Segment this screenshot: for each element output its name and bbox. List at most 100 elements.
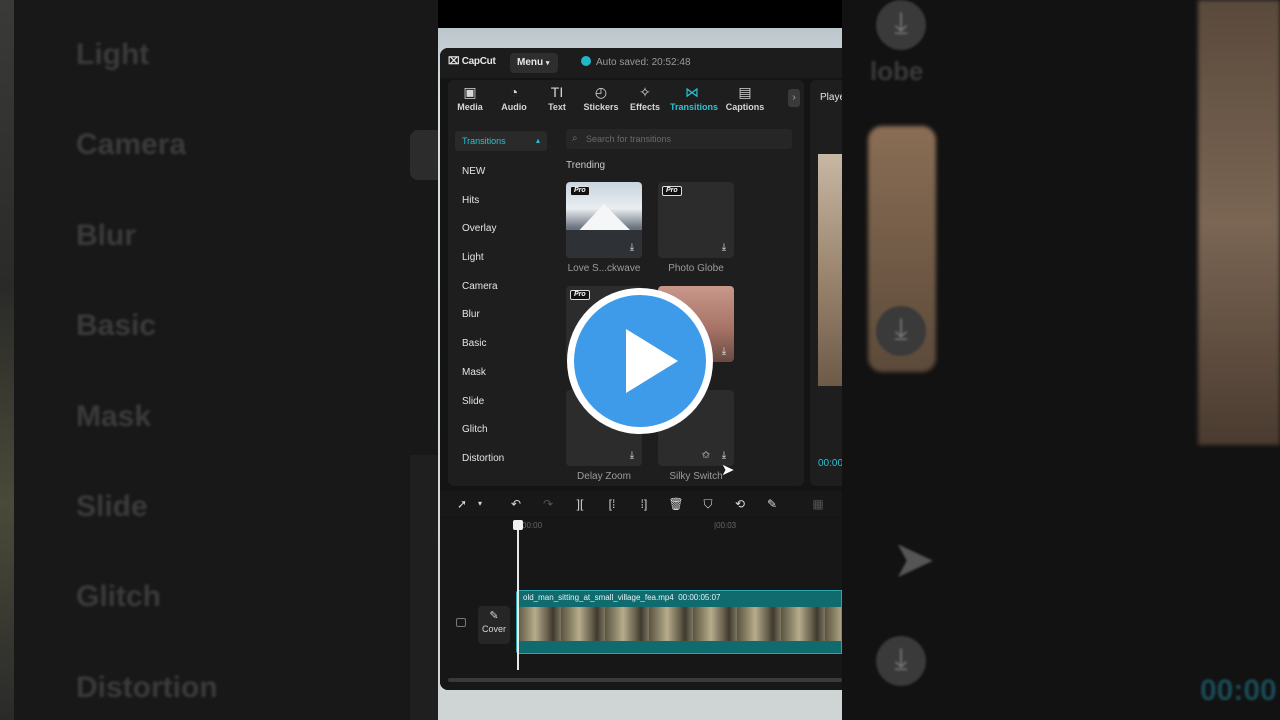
pro-badge: Pro — [662, 186, 682, 196]
category-item[interactable]: Distortion — [462, 453, 504, 482]
video-frame: Light Camera Blur Basic Mask Slide Glitc… — [0, 0, 1280, 720]
media-icon: ▣ — [463, 84, 477, 100]
play-button-circle — [574, 295, 706, 427]
tab-transitions[interactable]: ⋈ Transitions — [670, 84, 718, 112]
cloud-check-icon — [581, 56, 591, 66]
clip-info: old_man_sitting_at_small_village_fea.mp4… — [523, 593, 721, 602]
play-icon — [626, 329, 678, 393]
card-label: Love S...ckwave — [567, 263, 641, 274]
auto-reframe-icon[interactable]: ✎ — [764, 496, 780, 512]
backdrop-category: Glitch — [76, 580, 162, 614]
split-icon[interactable]: ][ — [572, 496, 588, 512]
layout-icon[interactable]: ▦ — [810, 496, 826, 512]
backdrop-panel — [410, 130, 438, 180]
crop-icon[interactable]: ⟲ — [732, 496, 748, 512]
backdrop-timecode: 00:00 — [1200, 674, 1277, 707]
backdrop-category: Distortion — [76, 670, 218, 704]
select-tool-icon[interactable]: ➚ — [454, 496, 470, 512]
category-item[interactable]: Overlay — [462, 223, 504, 252]
download-icon[interactable]: ⤓ — [718, 346, 730, 358]
text-icon: TI — [550, 84, 564, 100]
track-icon — [456, 618, 466, 627]
timeline-scrollbar[interactable] — [448, 678, 842, 682]
download-icon[interactable]: ⤓ — [718, 242, 730, 254]
stickers-icon: ◴ — [594, 84, 608, 100]
delete-icon[interactable]: 🗑 — [668, 496, 684, 512]
split-right-icon[interactable]: ⁞] — [636, 496, 652, 512]
backdrop-card-label: lobe — [870, 56, 924, 86]
cover-button[interactable]: ✎ Cover — [478, 606, 510, 644]
timeline: 00:00 |00:03 ✎ Cover old_man_sitting_at_… — [440, 518, 842, 690]
transitions-icon: ⋈ — [685, 84, 699, 100]
player-preview[interactable] — [818, 154, 842, 386]
backdrop-panel — [410, 455, 438, 720]
download-icon: ⤓ — [876, 636, 926, 686]
category-item[interactable]: NEW — [462, 166, 504, 195]
split-left-icon[interactable]: [⁞ — [604, 496, 620, 512]
category-item[interactable]: Camera — [462, 281, 504, 310]
player-title: Playe — [820, 92, 842, 103]
menu-button[interactable]: Menu ▾ — [510, 53, 558, 73]
tab-captions[interactable]: ▤ Captions — [723, 84, 767, 112]
backdrop-category: Blur — [76, 218, 136, 252]
category-item[interactable]: Slide — [462, 396, 504, 425]
undo-icon[interactable]: ↶ — [508, 496, 524, 512]
category-item[interactable]: Mask — [462, 367, 504, 396]
chevron-down-icon: ▴ — [535, 136, 540, 145]
mouse-cursor-icon: ➤ — [721, 462, 735, 479]
category-item[interactable]: Hits — [462, 195, 504, 224]
category-dropdown[interactable]: Transitions ▴ — [455, 131, 547, 151]
audio-icon: ◔ — [509, 84, 519, 100]
player-panel: Playe 00:00 — [810, 80, 842, 486]
app-logo: ⌧ CapCut — [448, 56, 496, 67]
marker-icon[interactable]: ⛉ — [700, 496, 716, 512]
redo-icon[interactable]: ↷ — [540, 496, 556, 512]
download-icon: ⤓ — [876, 0, 926, 50]
playhead-handle[interactable] — [513, 520, 523, 530]
time-ruler: 00:00 |00:03 — [440, 518, 842, 534]
chevron-down-icon[interactable]: ▾ — [472, 496, 488, 512]
effects-icon: ✧ — [639, 84, 651, 100]
category-item[interactable]: Light — [462, 252, 504, 281]
video-play-button[interactable] — [567, 288, 713, 434]
chevron-down-icon: ▾ — [545, 60, 550, 67]
backdrop-category: Light — [76, 38, 150, 71]
card-label: Photo Globe — [668, 263, 724, 274]
category-item[interactable]: Glitch — [462, 424, 504, 453]
download-icon[interactable]: ⤓ — [626, 450, 638, 462]
category-list: NEW Hits Overlay Light Camera Blur Basic… — [462, 166, 504, 482]
transition-card[interactable]: Pro ⤓ — [658, 182, 734, 258]
ruler-tick: |00:03 — [714, 521, 737, 530]
backdrop-edge — [0, 0, 14, 720]
backdrop-category: Camera — [76, 128, 187, 162]
section-title: Trending — [566, 160, 606, 171]
favorite-icon[interactable]: ✩ — [700, 450, 712, 462]
tab-media[interactable]: ▣ Media — [448, 84, 492, 112]
title-bar: ⌧ CapCut Menu ▾ Auto saved: 20:52:48 — [440, 48, 842, 78]
blurred-backdrop-left: Light Camera Blur Basic Mask Slide Glitc… — [0, 0, 438, 720]
playhead[interactable] — [513, 520, 523, 670]
timeline-toolbar: ➚ ▾ ↶ ↷ ][ [⁞ ⁞] 🗑 ⛉ ⟲ ✎ ▦ — [440, 491, 842, 517]
backdrop-category: Mask — [76, 399, 152, 433]
edit-icon: ✎ — [489, 610, 499, 622]
tab-text[interactable]: TI Text — [535, 84, 579, 112]
tab-audio[interactable]: ◔ Audio — [492, 84, 536, 112]
search-input[interactable]: ⌕ Search for transitions — [566, 129, 792, 149]
video-clip[interactable]: old_man_sitting_at_small_village_fea.mp4… — [516, 590, 842, 654]
category-item[interactable]: Blur — [462, 309, 504, 338]
more-tabs-button[interactable]: › — [788, 89, 800, 107]
backdrop-category-list: Light Camera Blur Basic Mask Slide Glitc… — [76, 30, 218, 720]
player-timecode: 00:00 — [818, 458, 842, 469]
backdrop-photo — [1198, 0, 1280, 445]
cursor-icon: ➤ — [892, 531, 936, 589]
category-item[interactable]: Basic — [462, 338, 504, 367]
capcut-logo-icon: ⌧ — [448, 56, 460, 67]
backdrop-category: Basic — [76, 309, 157, 343]
pro-badge: Pro — [570, 186, 590, 196]
tab-stickers[interactable]: ◴ Stickers — [579, 84, 623, 112]
tab-effects[interactable]: ✧ Effects — [623, 84, 667, 112]
transition-card[interactable]: Pro ⤓ — [566, 182, 642, 258]
card-label: Delay Zoom — [577, 471, 631, 482]
download-icon[interactable]: ⤓ — [626, 242, 638, 254]
search-icon: ⌕ — [572, 133, 578, 144]
